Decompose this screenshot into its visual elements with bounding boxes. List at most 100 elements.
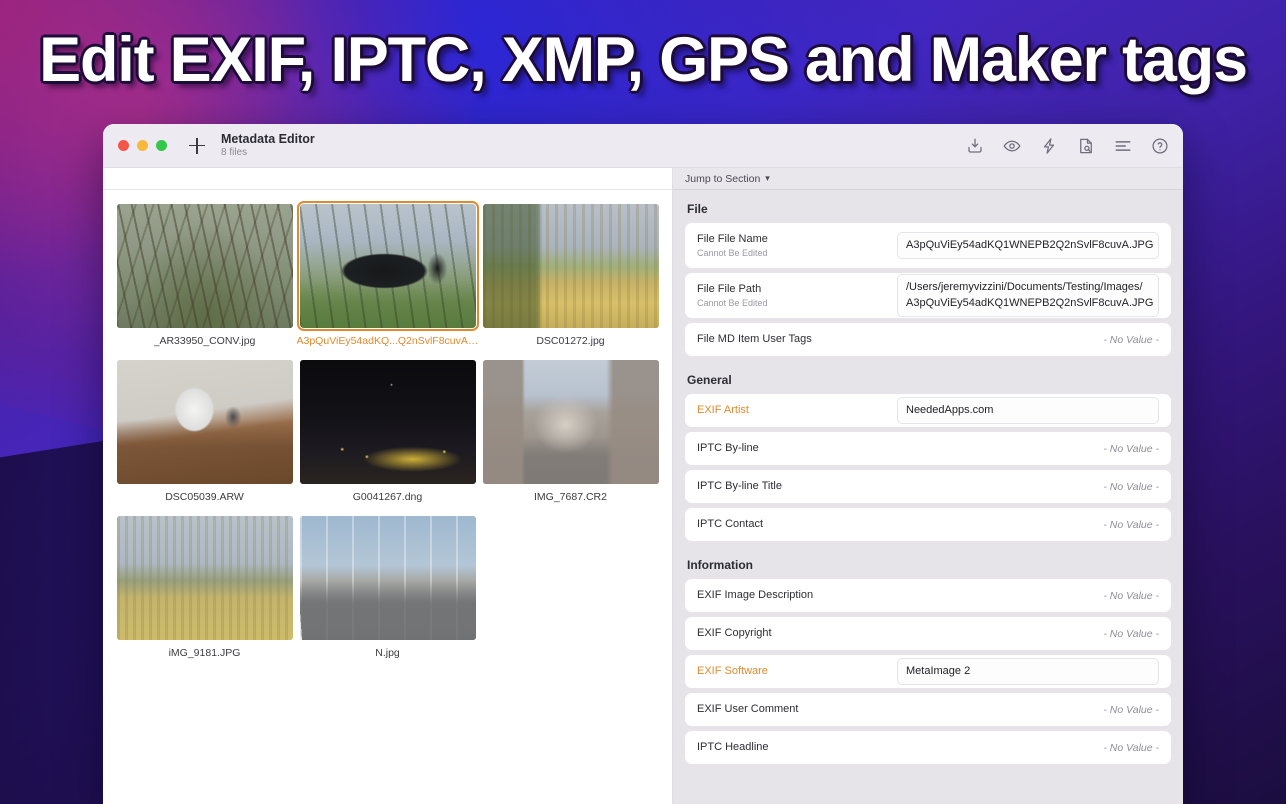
window-title-block: Metadata Editor 8 files	[221, 132, 315, 159]
help-icon[interactable]	[1151, 137, 1169, 155]
chevron-down-icon: ▾	[765, 173, 770, 183]
document-search-icon[interactable]	[1077, 137, 1095, 155]
metadata-value-input[interactable]: NeededApps.com	[897, 396, 1159, 425]
eye-icon[interactable]	[1003, 137, 1021, 155]
metadata-row[interactable]: IPTC Headline - No Value -	[685, 731, 1171, 764]
thumbnail-preview-art	[299, 516, 476, 640]
metadata-row[interactable]: EXIF Artist NeededApps.com	[685, 394, 1171, 427]
metadata-no-value-label: - No Value -	[1103, 333, 1159, 346]
thumbnail-preview-art	[482, 360, 659, 484]
thumbnail-item[interactable]: DSC01272.jpg	[479, 204, 662, 347]
metadata-row-label-group: EXIF Copyright	[697, 620, 897, 648]
thumbnail-filename-label: A3pQuViEy54adKQ...Q2nSvlF8cuvA.JPG	[296, 335, 479, 347]
metadata-tag-label: IPTC By-line Title	[697, 479, 782, 492]
lightning-icon[interactable]	[1040, 137, 1058, 155]
close-window-button[interactable]	[118, 140, 129, 151]
thumbnail-item[interactable]: _AR33950_CONV.jpg	[113, 204, 296, 347]
thumbnail-image[interactable]	[299, 516, 476, 640]
metadata-value-readonly: A3pQuViEy54adKQ1WNEPB2Q2nSvlF8cuvA.JPG	[897, 231, 1159, 260]
metadata-row-label-group: File MD Item User Tags	[697, 326, 897, 354]
thumbnail-image[interactable]	[116, 204, 293, 328]
thumbnail-image[interactable]	[116, 516, 293, 640]
metadata-row[interactable]: EXIF Copyright - No Value -	[685, 617, 1171, 650]
metadata-value-input[interactable]: MetaImage 2	[897, 657, 1159, 686]
app-window: Metadata Editor 8 files _AR33950_CONV.jp…	[103, 124, 1183, 804]
metadata-no-value-label: - No Value -	[1103, 480, 1159, 493]
window-titlebar: Metadata Editor 8 files	[103, 124, 1183, 168]
metadata-row[interactable]: File File Path Cannot Be Edited/Users/jer…	[685, 273, 1171, 318]
window-toolbar	[966, 137, 1169, 155]
app-title: Metadata Editor	[221, 132, 315, 147]
poster-headline: Edit EXIF, IPTC, XMP, GPS and Maker tags	[39, 25, 1248, 95]
metadata-row[interactable]: IPTC By-line - No Value -	[685, 432, 1171, 465]
thumbnail-browser-pane: _AR33950_CONV.jpg A3pQuViEy54adKQ...Q2nSv…	[103, 168, 673, 804]
metadata-no-value-label: - No Value -	[1103, 741, 1159, 754]
thumbnail-image[interactable]	[482, 204, 659, 328]
add-files-plus-icon[interactable]	[187, 136, 207, 156]
window-body: _AR33950_CONV.jpg A3pQuViEy54adKQ...Q2nSv…	[103, 168, 1183, 804]
metadata-row[interactable]: IPTC Contact - No Value -	[685, 508, 1171, 541]
metadata-row[interactable]: EXIF User Comment - No Value -	[685, 693, 1171, 726]
metadata-tag-label: EXIF Artist	[697, 403, 749, 416]
metadata-row[interactable]: IPTC By-line Title - No Value -	[685, 470, 1171, 503]
metadata-row-label-group: EXIF User Comment	[697, 696, 897, 724]
export-icon[interactable]	[966, 137, 984, 155]
thumbnail-item[interactable]: N.jpg	[296, 516, 479, 659]
metadata-tag-label: EXIF Copyright	[697, 626, 772, 639]
metadata-value-readonly: /Users/jeremyvizzini/Documents/Testing/I…	[897, 273, 1159, 318]
traffic-lights	[118, 140, 167, 151]
zoom-window-button[interactable]	[156, 140, 167, 151]
metadata-tag-label: IPTC By-line	[697, 441, 759, 454]
metadata-row-label-group: IPTC Contact	[697, 511, 897, 539]
metadata-no-value-label: - No Value -	[1103, 518, 1159, 531]
thumbnail-filename-label: DSC01272.jpg	[536, 335, 605, 347]
metadata-no-value-label: - No Value -	[1103, 589, 1159, 602]
metadata-row-label-group: EXIF Software	[697, 658, 897, 686]
metadata-tag-label: File MD Item User Tags	[697, 332, 812, 345]
file-count-label: 8 files	[221, 147, 248, 159]
list-lines-icon[interactable]	[1114, 137, 1132, 155]
thumbnail-item[interactable]: IMG_7687.CR2	[479, 360, 662, 503]
thumbnail-item[interactable]: iMG_9181.JPG	[113, 516, 296, 659]
metadata-row[interactable]: EXIF Software MetaImage 2	[685, 655, 1171, 688]
section-header: Information	[687, 558, 753, 572]
metadata-row-label-group: File File Path Cannot Be Edited	[697, 276, 897, 316]
metadata-sections-list[interactable]: File File File Name Cannot Be Edited A3pQuV…	[673, 190, 1183, 804]
minimize-window-button[interactable]	[137, 140, 148, 151]
thumbnail-image[interactable]	[296, 201, 479, 331]
thumbnail-item[interactable]: G0041267.dng	[296, 360, 479, 503]
metadata-tag-label: File File Path	[697, 282, 762, 295]
metadata-row-label-group: File File Name Cannot Be Edited	[697, 226, 897, 266]
metadata-row-label-group: EXIF Artist	[697, 397, 897, 425]
metadata-row-label-group: IPTC By-line Title	[697, 473, 897, 501]
thumbnail-item[interactable]: A3pQuViEy54adKQ...Q2nSvlF8cuvA.JPG	[296, 201, 479, 347]
metadata-tag-label: IPTC Headline	[697, 740, 769, 753]
browser-topbar	[103, 168, 672, 190]
metadata-no-value-label: - No Value -	[1103, 442, 1159, 455]
metadata-row[interactable]: File MD Item User Tags - No Value -	[685, 323, 1171, 356]
thumbnail-image[interactable]	[116, 360, 293, 484]
thumbnail-filename-label: _AR33950_CONV.jpg	[153, 335, 256, 347]
metadata-row[interactable]: EXIF Image Description - No Value -	[685, 579, 1171, 612]
metadata-row-label-group: EXIF Image Description	[697, 582, 897, 610]
metadata-inspector-pane: Jump to Section ▾ File File File Name Cann…	[673, 168, 1183, 804]
metadata-tag-label: EXIF Software	[697, 664, 768, 677]
thumbnail-grid: _AR33950_CONV.jpg A3pQuViEy54adKQ...Q2nSv…	[103, 190, 672, 669]
thumbnail-preview-art	[116, 516, 293, 640]
thumbnail-item[interactable]: DSC05039.ARW	[113, 360, 296, 503]
jump-to-section-label: Jump to Section	[685, 172, 761, 185]
jump-to-section-dropdown[interactable]: Jump to Section ▾	[673, 168, 1183, 190]
thumbnail-filename-label: N.jpg	[375, 647, 400, 659]
thumbnail-preview-art	[299, 204, 476, 328]
section-header: File	[687, 202, 708, 216]
thumbnail-image[interactable]	[482, 360, 659, 484]
thumbnail-preview-art	[116, 360, 293, 484]
thumbnail-filename-label: DSC05039.ARW	[165, 491, 244, 503]
metadata-tag-label: File File Name	[697, 232, 768, 245]
thumbnail-filename-label: G0041267.dng	[352, 491, 423, 503]
thumbnail-image[interactable]	[299, 360, 476, 484]
thumbnail-preview-art	[116, 204, 293, 328]
metadata-row-label-group: IPTC Headline	[697, 734, 897, 762]
metadata-row[interactable]: File File Name Cannot Be Edited A3pQuViEy5…	[685, 223, 1171, 268]
thumbnail-preview-art	[482, 204, 659, 328]
